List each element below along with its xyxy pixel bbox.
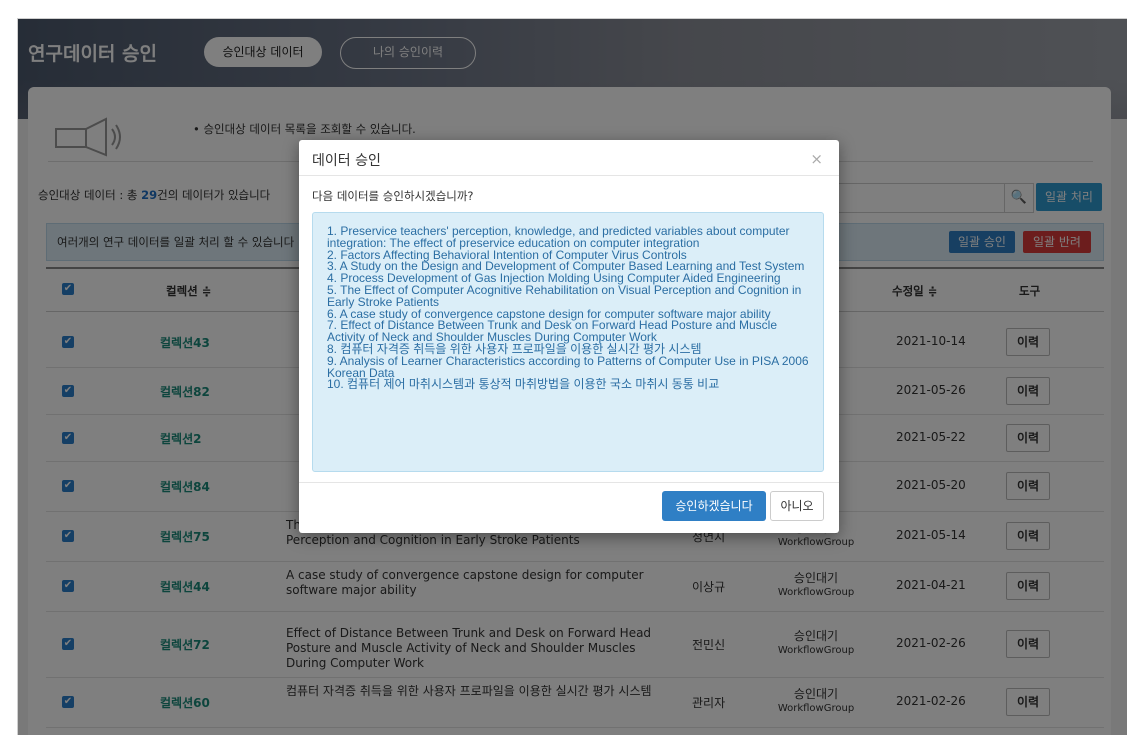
selected-item: 10. 컴퓨터 제어 마취시스템과 통상적 마취방법을 이용한 국소 마취시 동…: [327, 377, 720, 392]
close-icon[interactable]: ×: [810, 150, 823, 168]
dialog-footer-divider: [299, 482, 839, 483]
dialog-divider: [299, 175, 839, 176]
dialog-question: 다음 데이터를 승인하시겠습니까?: [312, 189, 474, 203]
selected-item: 9. Analysis of Learner Characteristics a…: [327, 353, 809, 380]
confirm-approve-button[interactable]: 승인하겠습니다: [662, 491, 766, 521]
selected-items-box: 1. Preservice teachers' perception, know…: [312, 212, 824, 472]
selected-item: 5. The Effect of Computer Acognitive Reh…: [327, 282, 802, 309]
approve-dialog: 데이터 승인 × 다음 데이터를 승인하시겠습니까? 1. Preservice…: [299, 140, 839, 533]
dialog-title: 데이터 승인: [312, 153, 381, 169]
cancel-button[interactable]: 아니오: [770, 491, 824, 521]
selected-item: 7. Effect of Distance Between Trunk and …: [327, 318, 778, 345]
selected-item: 1. Preservice teachers' perception, know…: [327, 224, 790, 250]
